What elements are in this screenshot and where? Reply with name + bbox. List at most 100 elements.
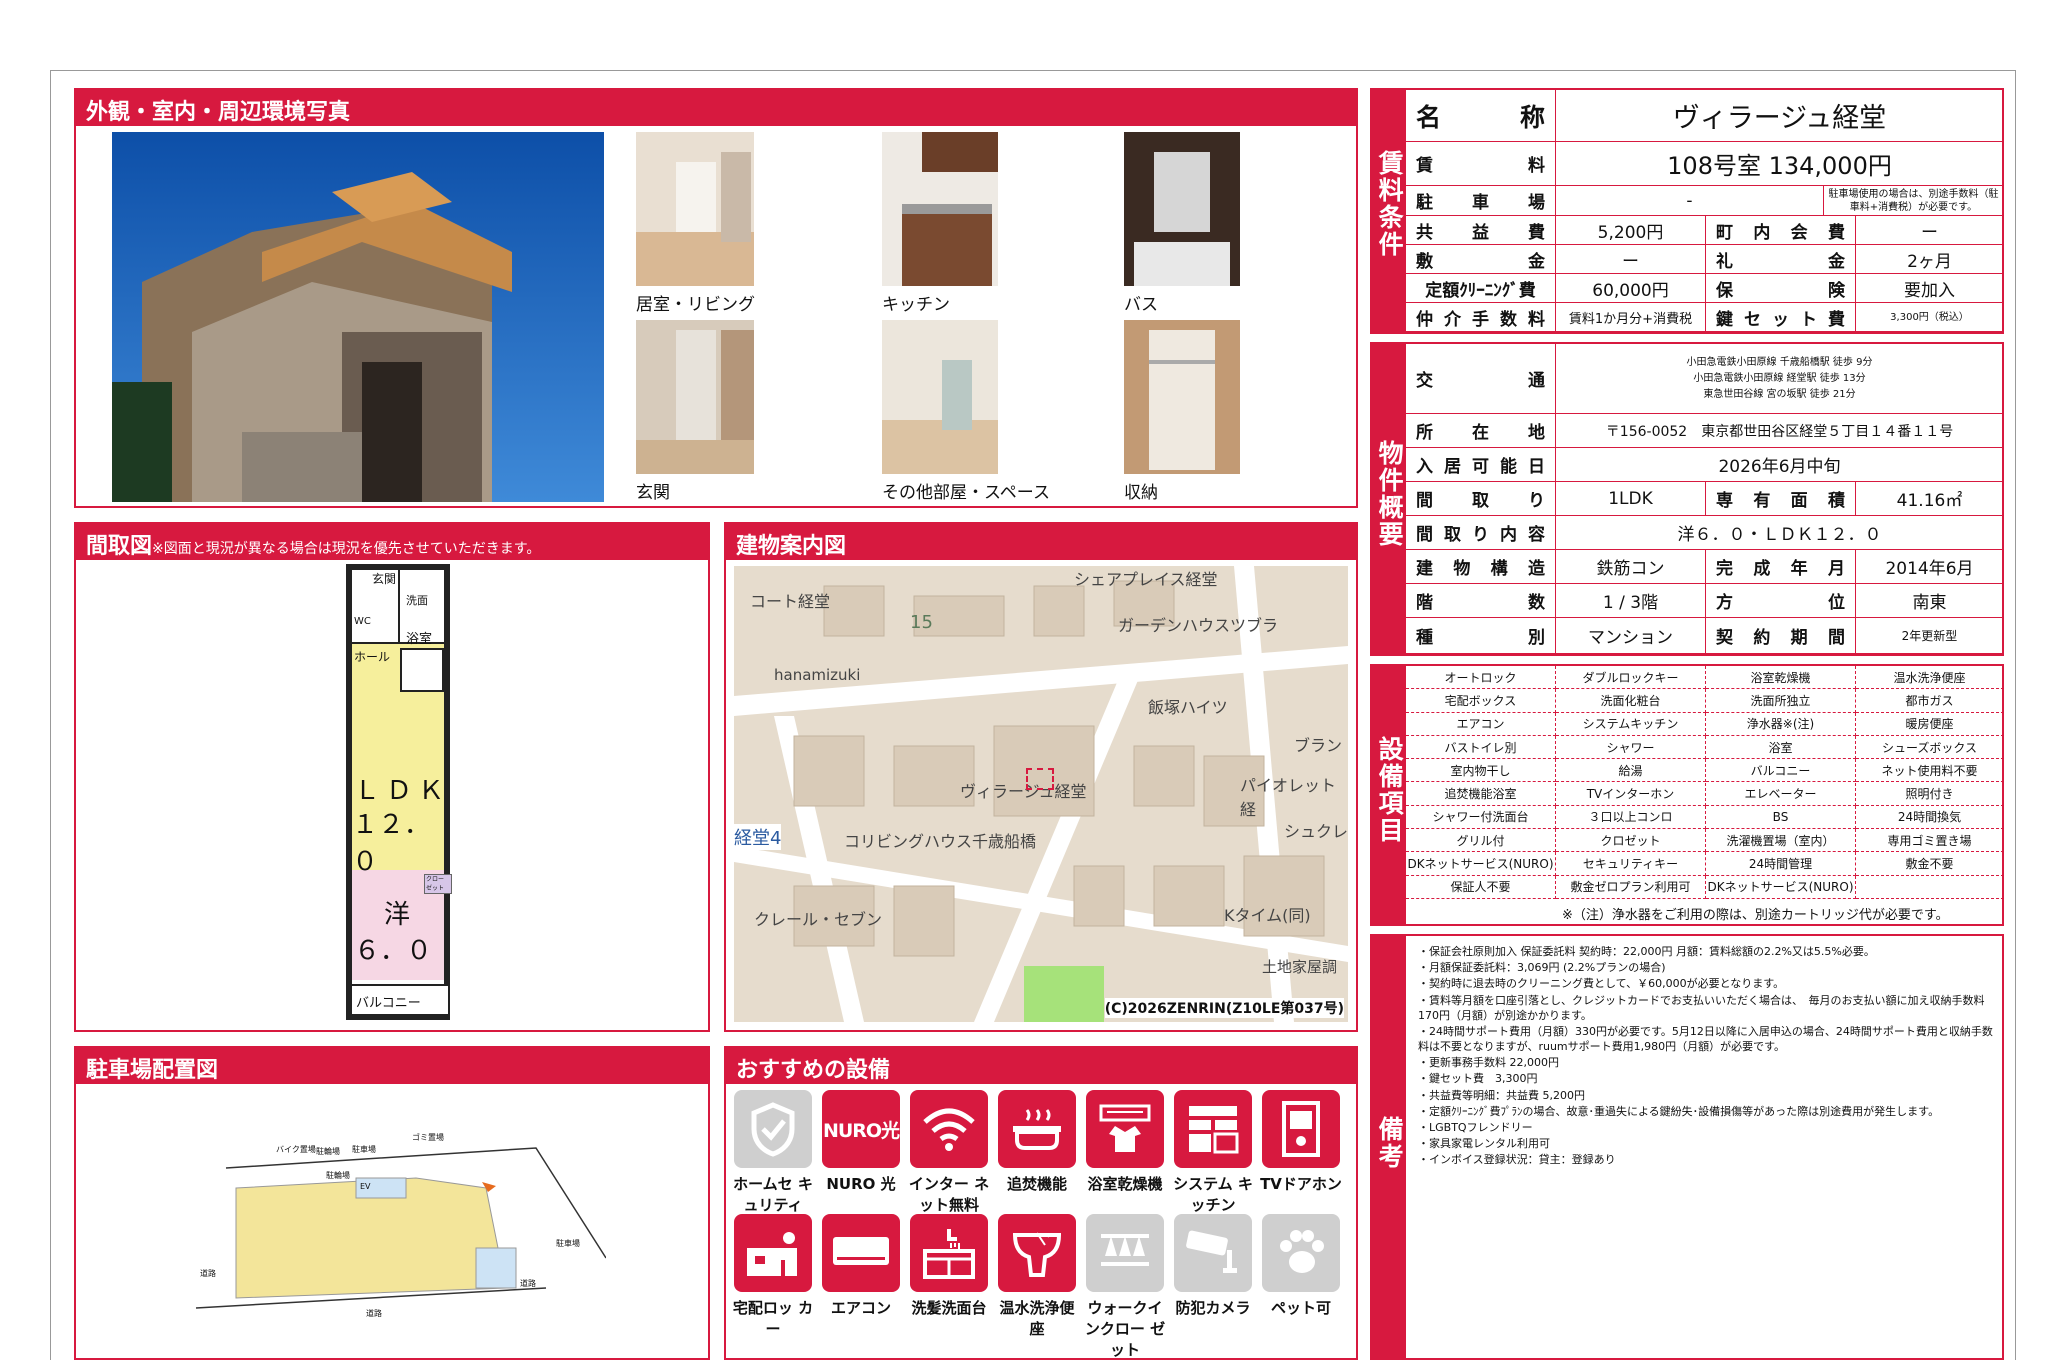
bath-photo[interactable] [1124, 132, 1240, 286]
equipment-item: 24時間管理 [1706, 852, 1856, 876]
remark-item: ・24時間サポート費用（月額）330円が必要です。5月12日以降に入居申込の場合… [1418, 1024, 1993, 1054]
other-room-photo[interactable] [882, 320, 998, 474]
map-label: 飯塚ハイツ [1148, 698, 1228, 717]
equipment-item: 専用ゴミ置き場 [1856, 829, 2004, 853]
remark-item: ・月額保証委託料：3,069円 (2.2%プランの場合) [1418, 961, 1666, 975]
map-area[interactable]: シェアプレイス経堂 コート経堂 15 ガーデンハウスツブラ hanamizuki… [734, 566, 1348, 1022]
equipment-item: 浄水器※(注) [1706, 712, 1856, 736]
parking-panel: 駐車場配置図 バイク置場 駐輪場 駐車場 ゴミ置場 駐輪場 EV 道路 道路 道… [74, 1046, 710, 1360]
equipment-item: 追焚機能浴室 [1406, 782, 1556, 806]
equipment-item: クロゼット [1556, 829, 1706, 853]
cleaning-value: 60,000円 [1556, 274, 1706, 303]
equipment-item: DKネットサービス(NURO) [1706, 875, 1856, 899]
rent-value: 108号室 134,000円 [1556, 142, 2004, 186]
parking-title: 駐車場配置図 [76, 1048, 708, 1084]
parking-label: 駐車場 [556, 1239, 580, 1248]
shield-icon [734, 1090, 812, 1168]
parking-value: - [1556, 186, 1824, 216]
equipment-item: グリル付 [1406, 829, 1556, 853]
remarks-panel: 備考 ・保証会社原則加入 保証委託料 契約時：22,000円 月額：賃料総額の2… [1370, 934, 2004, 1360]
equipment-item: ３口以上コンロ [1556, 805, 1706, 830]
transport-line: 東急世田谷線 宮の坂駅 徒歩 21分 [1703, 388, 1856, 400]
recommended-label: NURO 光 [826, 1175, 896, 1193]
fp-balcony: バルコニー [356, 996, 421, 1011]
equipment-item: ダブルロックキー [1556, 666, 1706, 690]
fp-ldk-size: １２．０ [352, 810, 431, 877]
map-label: シュクレ [1284, 822, 1349, 841]
storage-photo[interactable] [1124, 320, 1240, 474]
parking-note: 駐車場使用の場合は、別途手数料（駐車料+消費税）が必要です。 [1824, 186, 2004, 216]
photo-label-entrance: 玄関 [636, 483, 670, 503]
equipment-section-header: 設備項目 [1372, 666, 1406, 924]
label-keyset: 鍵セット費 [1706, 303, 1856, 332]
kitchen-photo[interactable] [882, 132, 998, 286]
remark-item: ・保証会社原則加入 保証委託料 契約時：22,000円 月額：賃料総額の2.2%… [1418, 945, 1875, 958]
type-value: マンション [1556, 618, 1706, 654]
fp-western-size: ６．０ [354, 936, 433, 966]
rent-section-title: 賃料条件 [1375, 150, 1405, 258]
recommended-label: システム キッチン [1173, 1175, 1253, 1214]
label-deposit: 敷金 [1406, 245, 1556, 274]
photo-label-living: 居室・リビング [636, 295, 755, 315]
equipment-item: 洗面所独立 [1706, 689, 1856, 713]
movein-value: 2026年6月中旬 [1556, 448, 2004, 482]
map-label: hanamizuki [774, 666, 861, 684]
remark-item: ・LGBTQフレンドリー [1418, 1120, 1533, 1134]
equipment-item: オートロック [1406, 666, 1556, 690]
camera-icon [1174, 1214, 1252, 1292]
label-built: 完成年月 [1706, 550, 1856, 584]
map-label: クレール・セブン [754, 910, 883, 929]
recommended-label: 防犯カメラ [1175, 1299, 1251, 1317]
deposit-value: ー [1556, 245, 1706, 274]
equipment-item: バルコニー [1706, 759, 1856, 783]
intercom-icon [1262, 1090, 1340, 1168]
paw-icon [1262, 1214, 1340, 1292]
remarks-section-header: 備考 [1372, 936, 1406, 1358]
brokerage-value: 賃料1か月分+消費税 [1556, 303, 1706, 332]
equipment-item: 保証人不要 [1406, 875, 1556, 899]
parking-label: EV [360, 1182, 371, 1191]
equipment-item: ネット使用料不要 [1856, 759, 2004, 783]
equipment-item: シャワー付洗面台 [1406, 805, 1556, 830]
equipment-item: シャワー [1556, 735, 1706, 760]
equipment-item: 24時間換気 [1856, 805, 2004, 830]
remark-item: ・鍵セット費 3,300円 [1418, 1072, 1538, 1086]
area-value: 41.16㎡ [1856, 482, 2004, 516]
key-money-value: 2ヶ月 [1856, 245, 2004, 274]
exterior-photo[interactable] [112, 132, 604, 502]
entrance-photo[interactable] [636, 320, 754, 474]
remark-item: ・インボイス登録状況：貸主：登録あり [1418, 1153, 1616, 1167]
recommended-panel: おすすめの設備 ホームセ キュリティ NURO光 NURO 光インター ネット無料追… [724, 1046, 1358, 1360]
map-label: コリビングハウス千歳船橋 [844, 832, 1037, 851]
map-copyright: (C)2026ZENRIN(Z10LE第037号) [1104, 998, 1344, 1018]
label-floor: 階数 [1406, 584, 1556, 618]
remarks-section-title: 備考 [1375, 1116, 1405, 1170]
equipment-item: 宅配ボックス [1406, 689, 1556, 713]
contract-value: 2年更新型 [1856, 618, 2004, 654]
property-name: ヴィラージュ経堂 [1556, 90, 2004, 142]
recommended-label: ホームセ キュリティ [733, 1175, 813, 1214]
label-key-money: 礼金 [1706, 245, 1856, 274]
remark-item: ・更新事務手数料 22,000円 [1418, 1056, 1559, 1070]
equipment-item: 敷金ゼロプラン利用可 [1556, 875, 1706, 899]
equipment-grid: オートロック ダブルロックキー 浴室乾燥機 温水洗浄便座 宅配ボックス 洗面化粧台 洗面所独… [1406, 666, 2004, 924]
equipment-item: 室内物干し [1406, 759, 1556, 783]
fp-wash: 洗面 [406, 594, 428, 607]
equipment-item: 敷金不要 [1856, 852, 2004, 876]
toilet-icon [998, 1214, 1076, 1292]
recommended-label: ペット可 [1270, 1299, 1331, 1317]
equipment-item: エアコン [1406, 712, 1556, 736]
rent-panel: 賃料条件 名称 ヴィラージュ経堂 賃料 108号室 134,000円 駐車場 -… [1370, 88, 2004, 334]
equipment-item: セキュリティキー [1556, 852, 1706, 876]
living-photo[interactable] [636, 132, 754, 286]
recommended-label: インター ネット無料 [908, 1175, 990, 1214]
remark-item: ・契約時に退去時のクリーニング費として、￥60,000が必要となります。 [1418, 977, 1785, 991]
label-common: 共益費 [1406, 216, 1556, 245]
map-title: 建物案内図 [726, 524, 1356, 560]
equipment-item: バストイレ別 [1406, 735, 1556, 760]
air-conditioner-icon [822, 1214, 900, 1292]
parking-label: 駐車場 [352, 1145, 376, 1154]
rent-section-header: 賃料条件 [1372, 90, 1406, 332]
common-value: 5,200円 [1556, 216, 1706, 245]
map-label: コート経堂 [750, 592, 831, 611]
